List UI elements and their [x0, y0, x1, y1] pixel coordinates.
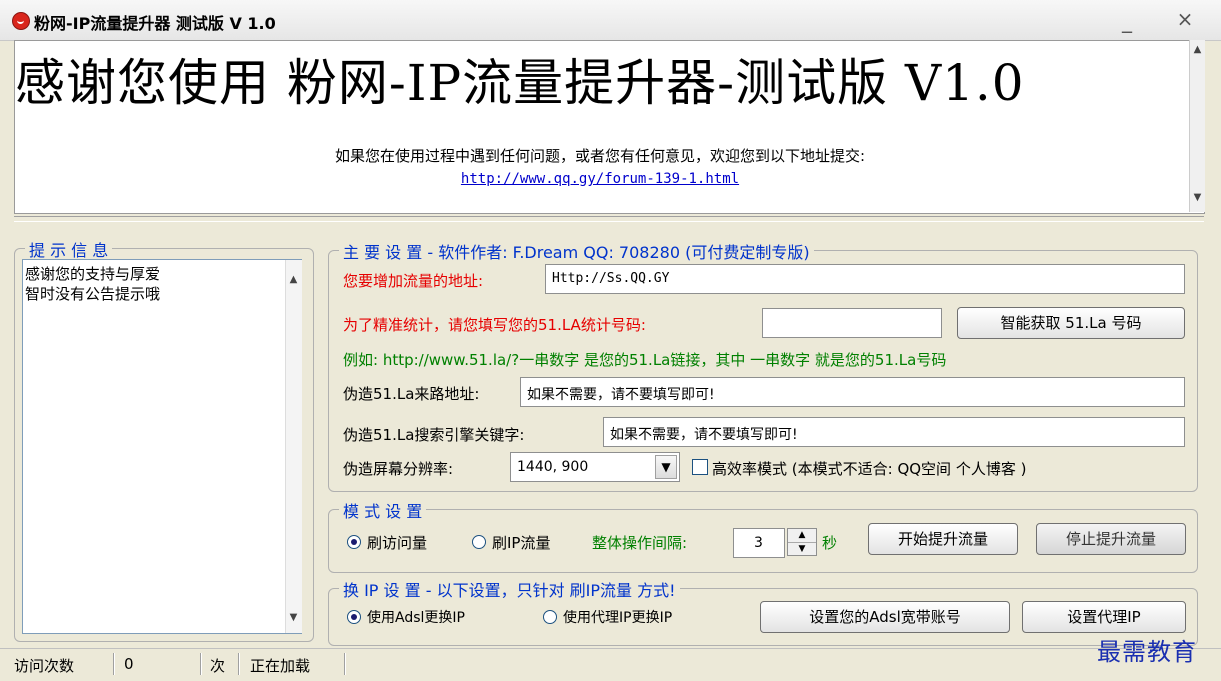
keyword-label: 伪造51.La搜索引擎关键字: — [343, 426, 525, 444]
scroll-up-icon[interactable]: ▲ — [1190, 42, 1205, 57]
start-button[interactable]: 开始提升流量 — [868, 523, 1018, 555]
referer-input[interactable]: 如果不需要，请不要填写即可! — [520, 377, 1185, 407]
keyword-input[interactable]: 如果不需要，请不要填写即可! — [603, 417, 1185, 447]
status-text: 正在加载 — [250, 657, 311, 675]
interval-label: 整体操作间隔: — [592, 534, 688, 552]
status-bar: 访问次数 0 次 正在加载 — [0, 648, 1221, 681]
banner-heading: 感谢您使用 粉网-IP流量提升器-测试版 V1.0 — [15, 54, 1025, 112]
spin-down-icon[interactable]: ▼ — [788, 543, 816, 556]
spin-up-icon[interactable]: ▲ — [788, 529, 816, 543]
banner-notice: 如果您在使用过程中遇到任何问题，或者您有任何意见，欢迎您到以下地址提交: — [334, 147, 866, 165]
referer-label: 伪造51.La来路地址: — [343, 385, 480, 403]
hint-lines: 感谢您的支持与厚爱 智时没有公告提示哦 — [25, 264, 160, 304]
app-logo-icon — [12, 12, 30, 30]
close-button[interactable]: × — [1170, 6, 1200, 32]
banner-scrollbar[interactable]: ▲ ▼ — [1189, 40, 1205, 212]
efficient-mode-label: 高效率模式 (本模式不适合: QQ空间 个人博客 ) — [712, 460, 1027, 478]
status-divider — [344, 653, 346, 675]
mode-settings-legend: 模 式 设 置 — [339, 498, 427, 522]
radio-visits[interactable] — [347, 535, 361, 549]
forum-link[interactable]: http://www.qq.gy/forum-139-1.html — [461, 171, 739, 187]
efficient-mode-checkbox[interactable] — [692, 459, 708, 475]
minimize-button[interactable]: _ — [1112, 6, 1142, 33]
resolution-select[interactable]: 1440, 900 ▼ — [510, 452, 680, 482]
window-title: 粉网-IP流量提升器 测试版 V 1.0 — [34, 14, 276, 33]
hint-scrollbar[interactable]: ▲ ▼ — [285, 260, 302, 633]
radio-ip-label: 刷IP流量 — [492, 534, 551, 552]
example-text: 例如: http://www.51.la/?一串数字 是您的51.La链接，其中… — [343, 351, 947, 369]
radio-adsl[interactable] — [347, 610, 361, 624]
interval-spinner[interactable]: ▲ ▼ — [787, 528, 817, 556]
welcome-banner: 感谢您使用 粉网-IP流量提升器-测试版 V1.0 如果您在使用过程中遇到任何问… — [14, 40, 1205, 214]
status-divider — [113, 653, 115, 675]
scroll-up-icon[interactable]: ▲ — [286, 272, 301, 287]
interval-unit: 秒 — [822, 534, 838, 552]
chevron-down-icon[interactable]: ▼ — [655, 455, 677, 479]
stat-number-input[interactable] — [762, 308, 942, 338]
stop-button[interactable]: 停止提升流量 — [1036, 523, 1186, 555]
title-bar[interactable]: 粉网-IP流量提升器 测试版 V 1.0 _ × — [0, 0, 1221, 41]
proxy-settings-button[interactable]: 设置代理IP — [1022, 601, 1186, 633]
scroll-down-icon[interactable]: ▼ — [1190, 190, 1205, 205]
resolution-value: 1440, 900 — [517, 459, 589, 475]
hint-list[interactable]: 感谢您的支持与厚爱 智时没有公告提示哦 ▲ ▼ — [22, 259, 302, 634]
fetch-51la-button[interactable]: 智能获取 51.La 号码 — [957, 307, 1185, 339]
radio-proxy[interactable] — [543, 610, 557, 624]
divider — [14, 216, 1204, 222]
radio-ip[interactable] — [472, 535, 486, 549]
main-settings-legend: 主 要 设 置 - 软件作者: F.Dream QQ: 708280 (可付费定… — [339, 239, 814, 263]
visits-unit: 次 — [210, 657, 226, 675]
hint-line: 感谢您的支持与厚爱 — [25, 265, 161, 283]
status-divider — [238, 653, 240, 675]
resolution-label: 伪造屏幕分辨率: — [343, 460, 454, 478]
scroll-down-icon[interactable]: ▼ — [286, 610, 301, 625]
stat-label: 为了精准统计，请您填写您的51.LA统计号码: — [343, 316, 646, 334]
hint-line: 智时没有公告提示哦 — [25, 285, 161, 303]
radio-proxy-label: 使用代理IP更换IP — [563, 610, 673, 626]
visits-label: 访问次数 — [14, 657, 75, 675]
hint-panel-legend: 提 示 信 息 — [25, 237, 113, 261]
watermark: 最需教育 — [1097, 638, 1197, 666]
status-divider — [200, 653, 202, 675]
radio-adsl-label: 使用Adsl更换IP — [367, 610, 465, 626]
banner-link-row: http://www.qq.gy/forum-139-1.html — [15, 169, 1185, 187]
ip-settings-legend: 换 IP 设 置 - 以下设置，只针对 刷IP流量 方式! — [339, 577, 680, 601]
url-label: 您要增加流量的地址: — [343, 272, 484, 290]
interval-input[interactable]: 3 — [733, 528, 785, 558]
adsl-account-button[interactable]: 设置您的Adsl宽带账号 — [760, 601, 1010, 633]
visits-count: 0 — [124, 655, 134, 673]
radio-visits-label: 刷访问量 — [367, 534, 428, 552]
url-input[interactable]: Http://Ss.QQ.GY — [545, 264, 1185, 294]
interval-value: 3 — [754, 535, 763, 551]
